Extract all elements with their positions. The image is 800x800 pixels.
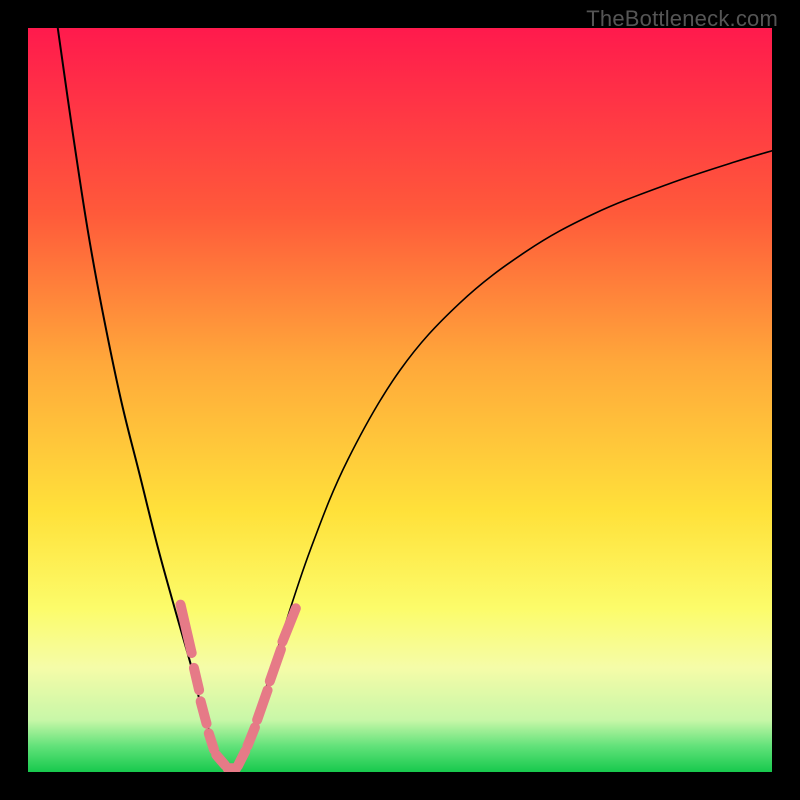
mark-right-overlay-marks-0 (238, 751, 245, 766)
plot-area (28, 28, 772, 772)
watermark-text: TheBottleneck.com (586, 6, 778, 32)
mark-left-overlay-marks-3 (209, 733, 214, 749)
mark-right-overlay-marks-4 (282, 608, 295, 641)
curve-left-branch (58, 28, 233, 772)
mark-right-overlay-marks-2 (257, 690, 267, 720)
chart-container: TheBottleneck.com (0, 0, 800, 800)
mark-left-overlay-marks-2 (201, 701, 207, 723)
mark-left-overlay-marks-4 (216, 755, 225, 765)
mark-right-overlay-marks-1 (247, 727, 254, 746)
curve-right-branch (233, 151, 772, 772)
curve-layer (28, 28, 772, 772)
mark-left-overlay-marks-1 (194, 668, 199, 690)
mark-right-overlay-marks-3 (270, 649, 281, 681)
mark-left-overlay-marks-0 (181, 605, 192, 653)
